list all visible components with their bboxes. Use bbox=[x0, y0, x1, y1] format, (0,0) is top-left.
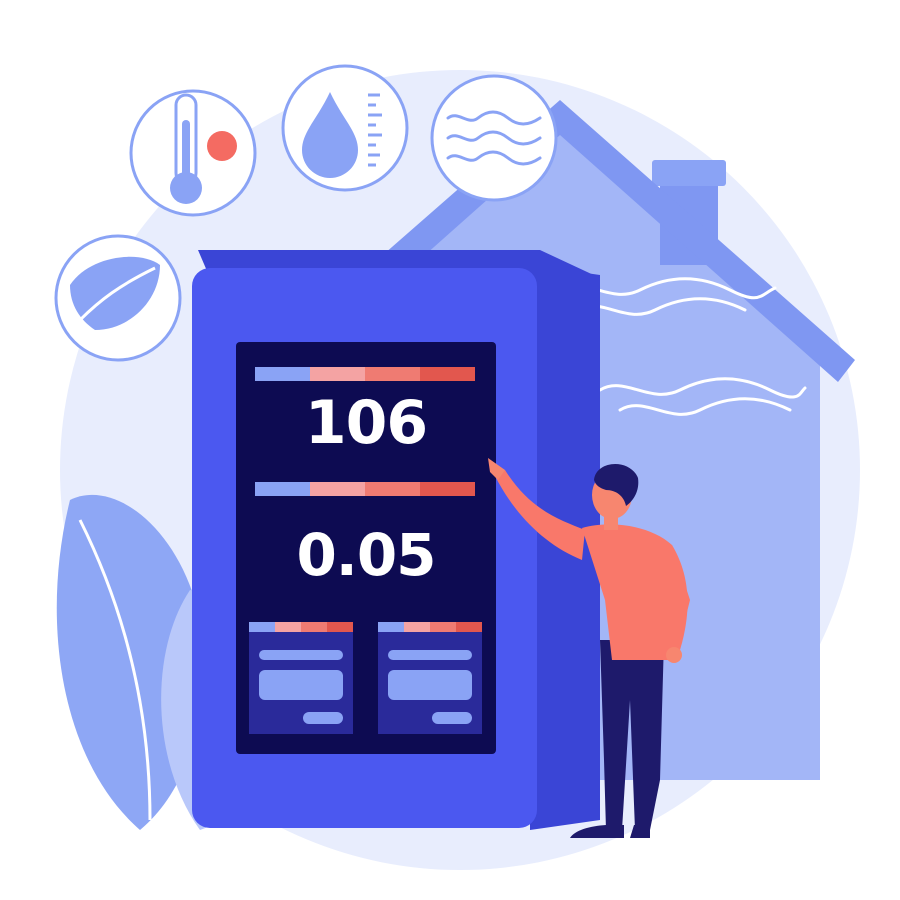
leaf-icon bbox=[54, 234, 182, 362]
mini-panel-left bbox=[249, 622, 353, 734]
thermometer-icon bbox=[129, 89, 257, 217]
scale-bar-top bbox=[255, 367, 475, 381]
water-drop-icon bbox=[281, 64, 409, 192]
scale-bar-middle bbox=[255, 482, 475, 496]
air-quality-illustration: 106 0.05 bbox=[0, 0, 900, 900]
reading-secondary: 0.05 bbox=[296, 521, 436, 589]
air-waves-icon bbox=[430, 74, 558, 202]
reading-primary: 106 bbox=[304, 388, 428, 458]
mini-panel-right bbox=[378, 622, 482, 734]
